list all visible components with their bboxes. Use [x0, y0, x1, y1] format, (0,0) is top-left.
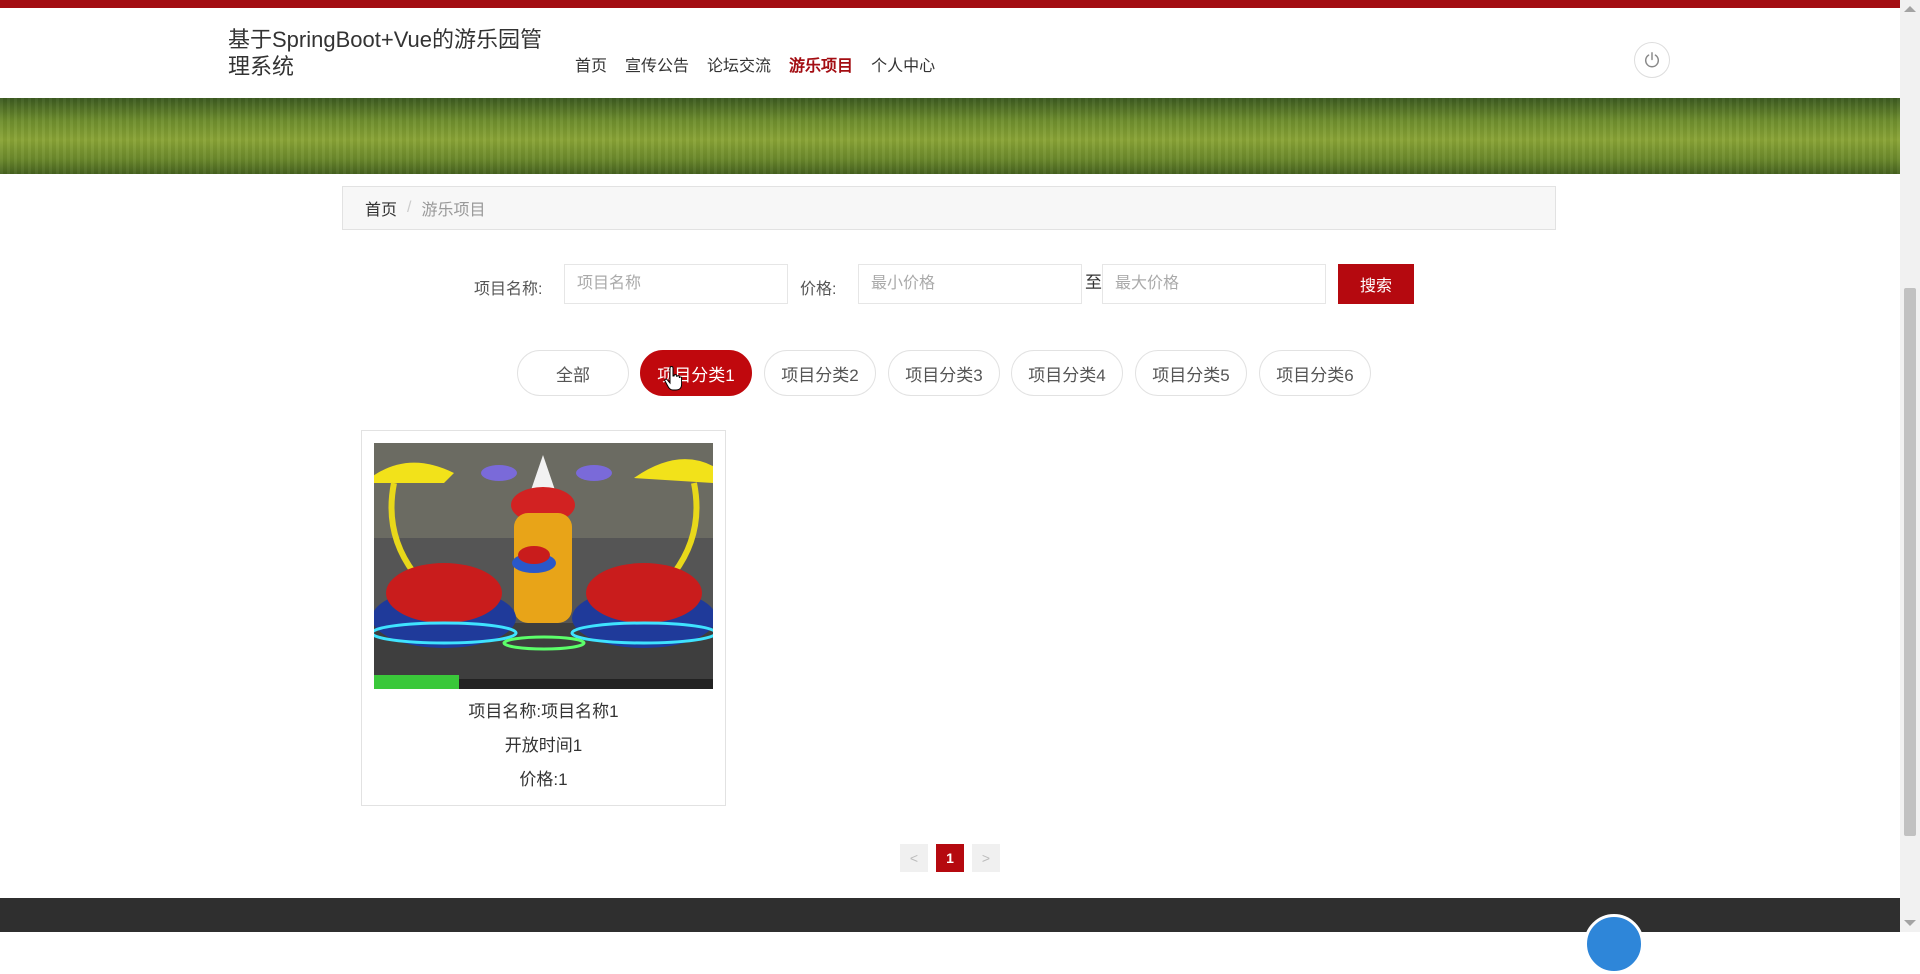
scroll-thumb[interactable]	[1904, 288, 1916, 836]
name-input[interactable]	[564, 264, 788, 304]
page-scrollbar[interactable]	[1900, 0, 1920, 932]
page-1-button[interactable]: 1	[936, 844, 964, 872]
next-page-button[interactable]: >	[972, 844, 1000, 872]
prev-page-button[interactable]: <	[900, 844, 928, 872]
nav-forum[interactable]: 论坛交流	[707, 52, 771, 75]
price-label: 价格:	[800, 281, 837, 298]
ride-image[interactable]	[374, 443, 713, 689]
breadcrumb-home[interactable]: 首页	[365, 196, 397, 220]
max-price-input[interactable]	[1102, 264, 1326, 304]
category-2[interactable]: 项目分类2	[764, 350, 876, 396]
category-4[interactable]: 项目分类4	[1011, 350, 1123, 396]
category-all[interactable]: 全部	[517, 350, 629, 396]
footer	[0, 898, 1900, 974]
power-icon	[1644, 52, 1660, 68]
pagination: < 1 >	[900, 844, 1008, 872]
nav-profile[interactable]: 个人中心	[871, 52, 935, 75]
category-1[interactable]: 项目分类1	[640, 350, 752, 396]
search-button[interactable]: 搜索	[1338, 264, 1414, 304]
ride-name: 项目名称:项目名称1	[468, 702, 619, 721]
nav-announcements[interactable]: 宣传公告	[625, 52, 689, 75]
scroll-up-icon[interactable]	[1904, 6, 1916, 12]
top-accent-line	[0, 0, 1900, 8]
ride-open-time: 开放时间1	[504, 736, 583, 755]
category-3[interactable]: 项目分类3	[888, 350, 1000, 396]
header: 基于SpringBoot+Vue的游乐园管理系统 首页 宣传公告 论坛交流 游乐…	[0, 8, 1900, 98]
footer-badge-icon	[1584, 914, 1644, 974]
category-5[interactable]: 项目分类5	[1135, 350, 1247, 396]
breadcrumb-separator: /	[407, 199, 412, 216]
name-label: 项目名称:	[474, 281, 543, 298]
range-to-text: 至	[1085, 273, 1102, 292]
main-nav: 首页 宣传公告 论坛交流 游乐项目 个人中心	[575, 52, 953, 75]
nav-rides[interactable]: 游乐项目	[789, 52, 853, 75]
ride-price: 价格:1	[519, 770, 568, 789]
ride-card[interactable]: 项目名称:项目名称1 开放时间1 价格:1	[361, 430, 726, 806]
min-price-input[interactable]	[858, 264, 1082, 304]
breadcrumb: 首页 / 游乐项目	[342, 186, 1556, 230]
category-6[interactable]: 项目分类6	[1259, 350, 1371, 396]
nav-home[interactable]: 首页	[575, 52, 607, 75]
scroll-down-icon[interactable]	[1904, 920, 1916, 926]
logout-button[interactable]	[1634, 42, 1670, 78]
ride-illustration	[374, 443, 713, 689]
breadcrumb-current: 游乐项目	[421, 202, 486, 219]
site-title: 基于SpringBoot+Vue的游乐园管理系统	[228, 27, 543, 79]
header-banner-image	[0, 98, 1900, 174]
